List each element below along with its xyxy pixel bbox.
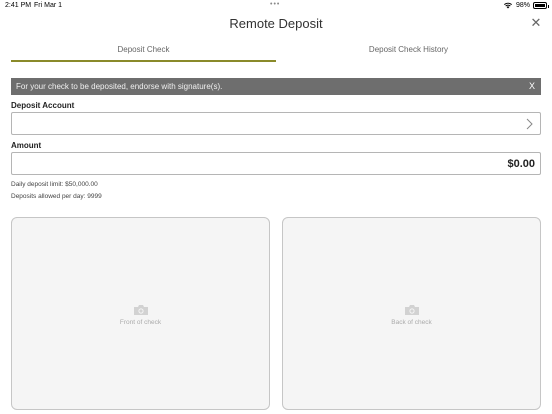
- multitask-dots[interactable]: •••: [270, 1, 280, 8]
- deposit-account-selector[interactable]: [11, 112, 541, 135]
- endorse-banner: For your check to be deposited, endorse …: [11, 78, 541, 95]
- chevron-right-icon: [526, 118, 533, 130]
- close-icon[interactable]: ✕: [530, 16, 542, 29]
- status-date: Fri Mar 1: [34, 2, 62, 9]
- wifi-icon: [503, 2, 512, 9]
- deposits-per-day-text: Deposits allowed per day: 9999: [11, 193, 102, 200]
- daily-limit-text: Daily deposit limit: $50,000.00: [11, 181, 98, 188]
- banner-dismiss-button[interactable]: X: [529, 81, 535, 91]
- tab-label: Deposit Check: [117, 45, 170, 54]
- tab-deposit-check-history[interactable]: Deposit Check History: [276, 44, 541, 62]
- camera-icon: [404, 305, 419, 315]
- amount-label: Amount: [11, 141, 42, 150]
- back-of-check-label: Back of check: [391, 319, 432, 326]
- deposit-account-label: Deposit Account: [11, 101, 75, 110]
- battery-percent: 98%: [515, 1, 530, 9]
- banner-message: For your check to be deposited, endorse …: [16, 82, 223, 91]
- tab-bar: Deposit Check Deposit Check History: [11, 44, 541, 62]
- camera-icon: [133, 305, 148, 315]
- status-time: 2:41 PM: [5, 2, 32, 9]
- front-of-check-label: Front of check: [119, 319, 162, 326]
- battery-icon: [533, 1, 549, 9]
- front-of-check-capture[interactable]: Front of check: [11, 217, 270, 410]
- status-right: 98%: [503, 1, 549, 9]
- tab-deposit-check[interactable]: Deposit Check: [11, 44, 276, 62]
- amount-value: $0.00: [507, 158, 535, 170]
- status-bar: 2:41 PM Fri Mar 1 ••• 98%: [0, 0, 552, 12]
- back-of-check-capture[interactable]: Back of check: [282, 217, 541, 410]
- tab-label: Deposit Check History: [368, 45, 449, 54]
- page-title: Remote Deposit: [229, 16, 323, 31]
- amount-input[interactable]: $0.00: [11, 152, 541, 175]
